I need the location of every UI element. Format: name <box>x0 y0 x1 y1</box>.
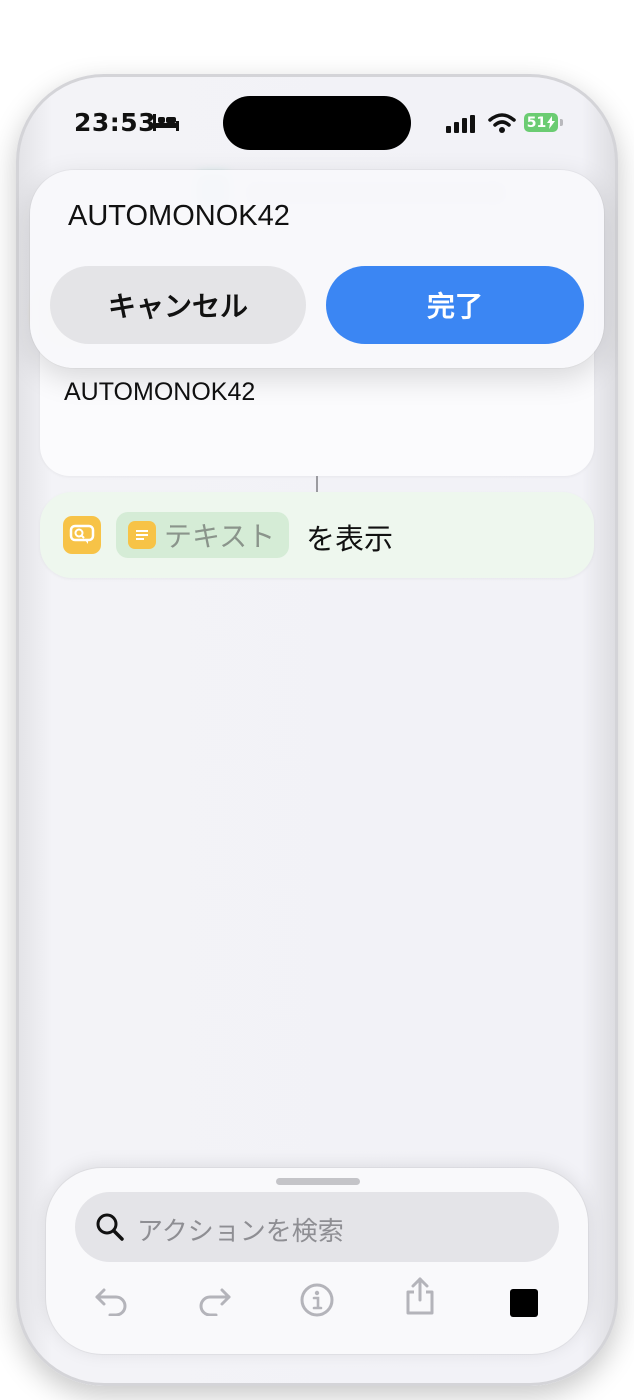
status-time: 23:53 <box>74 108 157 137</box>
battery-icon: 51 <box>524 113 558 132</box>
search-placeholder: アクションを検索 <box>137 1217 344 1247</box>
bed-icon <box>153 114 179 131</box>
stop-icon[interactable] <box>510 1289 538 1317</box>
variable-label: テキスト <box>164 520 276 553</box>
action-connector <box>316 476 318 492</box>
chat-bubble-icon <box>63 516 101 554</box>
text-action-value[interactable]: AUTOMONOK42 <box>64 378 255 407</box>
undo-icon <box>95 1288 127 1316</box>
search-field[interactable]: アクションを検索 <box>75 1192 559 1262</box>
text-variable-token[interactable]: テキスト <box>116 512 290 558</box>
text-icon <box>128 521 156 549</box>
phone-frame: 23:53 51 AUTOMONOK42 テキスト を表示 AUTOMONOK4… <box>16 74 618 1386</box>
screen: 23:53 51 AUTOMONOK42 テキスト を表示 AUTOMONOK4… <box>16 74 618 1386</box>
dynamic-island <box>223 96 411 150</box>
show-action-label: を表示 <box>306 522 394 556</box>
done-button[interactable]: 完了 <box>326 266 584 344</box>
redo-button[interactable] <box>194 1280 234 1320</box>
charging-icon <box>547 116 556 129</box>
share-icon <box>406 1277 434 1315</box>
wifi-icon <box>488 113 516 133</box>
text-edit-popup: AUTOMONOK42 キャンセル 完了 <box>30 170 604 368</box>
show-result-action[interactable]: テキスト を表示 <box>40 492 594 578</box>
text-edit-field[interactable]: AUTOMONOK42 <box>68 200 290 233</box>
undo-button[interactable] <box>92 1280 132 1320</box>
battery-level: 51 <box>526 114 547 131</box>
sheet-grabber[interactable] <box>276 1178 360 1185</box>
cancel-button[interactable]: キャンセル <box>50 266 306 344</box>
info-icon <box>300 1283 334 1317</box>
search-icon <box>96 1213 124 1241</box>
action-search-sheet: アクションを検索 <box>46 1168 588 1354</box>
cellular-signal-icon <box>446 115 475 133</box>
share-button[interactable] <box>400 1276 440 1316</box>
info-button[interactable] <box>297 1280 337 1320</box>
battery-cap <box>560 119 563 126</box>
redo-icon <box>199 1288 231 1316</box>
